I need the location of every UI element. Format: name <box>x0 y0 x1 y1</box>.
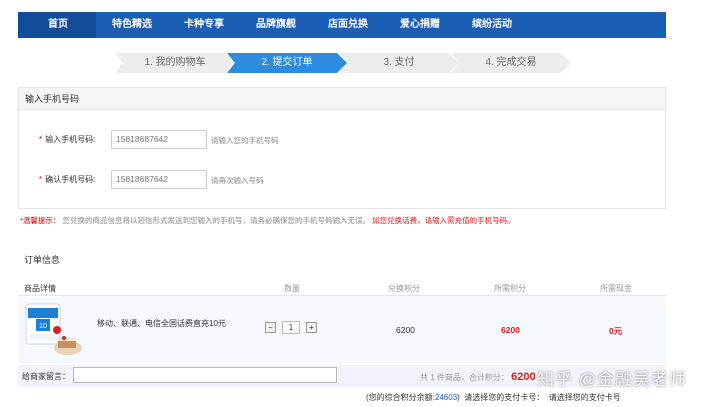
checkout-steps: 1. 我的购物车 2. 提交订单 3. 支付 4. 完成交易 <box>115 53 575 73</box>
svg-text:10: 10 <box>39 323 47 330</box>
confirm-phone-label: 确认手机号码: <box>45 175 96 184</box>
reminder-tip: *温馨提示： 您兑换的商品信息将以短信形式发送到您输入的手机号，请务必确保您的手… <box>20 215 515 226</box>
watermark: 知乎 @金融吴老师 <box>537 370 687 389</box>
required-points-value: 6200 <box>501 325 520 335</box>
col-required-cash: 所需现金 <box>600 284 632 293</box>
product-name: 移动、联通、电信全国话费直充10元 <box>97 319 226 328</box>
remark-input[interactable] <box>73 367 337 383</box>
step-pay: 3. 支付 <box>339 53 459 73</box>
summary-text: 共 1 件商品，合计积分： <box>420 373 509 382</box>
confirm-phone-row: * 确认手机号码: 15818687642 请再次输入号码 <box>19 170 665 190</box>
top-nav: 首页 特色精选 卡种专享 品牌旗舰 店面兑换 爱心捐赠 缤纷活动 <box>18 12 666 38</box>
tip-text: 您兑换的商品信息将以短信形式发送到您输入的手机号，请务必确保您的手机号码输入无误… <box>62 216 371 225</box>
tip-red-text: 如您兑换话费，请输入需充值的手机号码。 <box>372 216 515 225</box>
step-pay-label: 3. 支付 <box>383 57 415 68</box>
exchange-points-value: 6200 <box>396 325 415 335</box>
col-product-details: 商品详情 <box>24 284 56 293</box>
col-exchange-points: 兑换积分 <box>388 284 420 293</box>
decrease-quantity-button[interactable]: − <box>265 322 276 333</box>
payment-line: (您的综合积分余额:24603) 请选择您的支付卡号： 请选择您的支付卡号 <box>366 392 621 403</box>
balance-suffix: ) <box>457 393 460 402</box>
nav-store-exchange[interactable]: 店面兑换 <box>312 12 384 38</box>
phone-label: 输入手机号码: <box>45 135 96 144</box>
confirm-phone-input[interactable]: 15818687642 <box>111 170 207 189</box>
card-prompt: 请选择您的支付卡号： <box>464 393 545 402</box>
phone-panel-title: 输入手机号码 <box>19 88 665 110</box>
step-submit-order-label: 2. 提交订单 <box>261 57 313 68</box>
confirm-phone-hint: 请再次输入号码 <box>211 176 264 185</box>
nav-charity[interactable]: 爱心捐赠 <box>384 12 456 38</box>
step-complete: 4. 完成交易 <box>451 53 571 73</box>
increase-quantity-button[interactable]: + <box>306 322 317 333</box>
table-row: 10 移动、联通、电信全国话费直充10元 − 1 + 6200 6200 0元 <box>18 297 666 363</box>
balance-value: 24603 <box>434 393 458 402</box>
col-required-points: 所需积分 <box>494 284 526 293</box>
nav-brand-flagship[interactable]: 品牌旗舰 <box>240 12 312 38</box>
step-submit-order: 2. 提交订单 <box>227 53 347 73</box>
nav-featured[interactable]: 特色精选 <box>96 12 168 38</box>
required-mark: * <box>39 175 43 184</box>
phone-row: * 输入手机号码: 15818687642 请输入您的手机号码 <box>19 130 665 150</box>
col-quantity: 数量 <box>284 284 300 293</box>
nav-activities[interactable]: 缤纷活动 <box>456 12 528 38</box>
order-info-title: 订单信息 <box>24 255 61 265</box>
nav-card-exclusive[interactable]: 卡种专享 <box>168 12 240 38</box>
required-cash-value: 0元 <box>609 326 623 336</box>
step-cart-label: 1. 我的购物车 <box>144 57 206 68</box>
nav-home[interactable]: 首页 <box>18 12 96 38</box>
order-table-header: 商品详情 数量 兑换积分 所需积分 所需现金 <box>18 280 666 296</box>
order-summary: 共 1 件商品，合计积分： 6200 <box>420 371 536 383</box>
step-cart: 1. 我的购物车 <box>115 53 235 73</box>
summary-points: 6200 <box>511 371 536 383</box>
card-select[interactable]: 请选择您的支付卡号 <box>549 393 621 402</box>
required-mark: * <box>39 135 43 144</box>
quantity-input[interactable]: 1 <box>282 321 300 334</box>
tip-label: *温馨提示： <box>20 216 61 225</box>
balance-prefix: (您的综合积分余额: <box>366 393 435 402</box>
remark-label: 给商家留言： <box>22 372 70 381</box>
step-complete-label: 4. 完成交易 <box>485 57 537 68</box>
phone-panel: 输入手机号码 * 输入手机号码: 15818687642 请输入您的手机号码 * 确… <box>18 87 666 209</box>
phone-input[interactable]: 15818687642 <box>111 130 207 149</box>
product-thumbnail: 10 <box>25 303 82 355</box>
phone-hint: 请输入您的手机号码 <box>211 136 279 145</box>
